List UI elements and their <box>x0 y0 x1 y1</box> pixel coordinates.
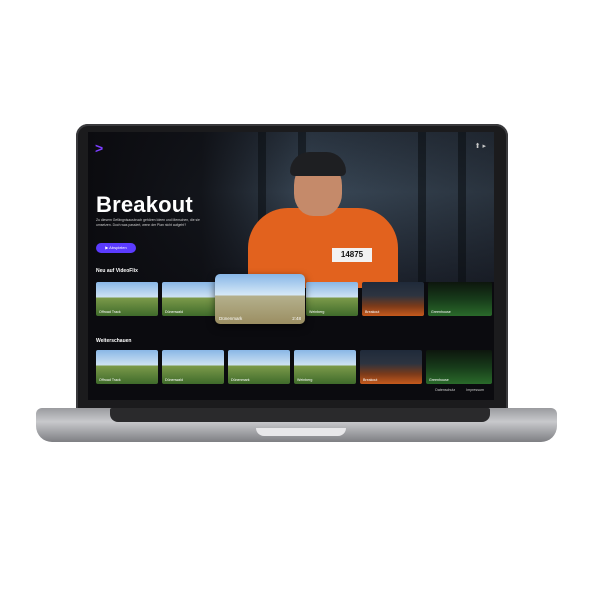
laptop-notch <box>256 428 346 436</box>
video-title: Offroad Track <box>99 310 121 314</box>
video-thumbnail[interactable]: Offroad Track <box>96 350 158 384</box>
featured-video-hover-card[interactable]: Dünenmark 2:48 <box>215 274 305 324</box>
video-title: Weinberg <box>297 378 313 382</box>
video-thumbnail[interactable]: Weinberg <box>306 282 358 316</box>
video-title: Breakout <box>365 310 380 314</box>
hero-image-person: 14875 <box>228 152 398 288</box>
app-logo[interactable]: > <box>95 140 103 156</box>
video-title: Greenhouse <box>431 310 451 314</box>
laptop-keyboard-area <box>110 408 490 422</box>
video-title: Offroad Track <box>99 378 121 382</box>
section-title-continue: Weiterschauen <box>96 338 132 344</box>
hero-title: Breakout <box>96 192 193 217</box>
video-title: Dünenwald <box>165 310 183 314</box>
hero-description: Zu diesem Gefängnisausbruch gehören Idee… <box>96 218 200 227</box>
decorative-bar <box>458 132 466 282</box>
video-title: Breakout <box>363 378 378 382</box>
video-title: Weinberg <box>309 310 325 314</box>
video-thumbnail[interactable]: Offroad Track <box>96 282 158 316</box>
video-title: Greenhouse <box>429 378 449 382</box>
laptop-mockup: 14875 > ⬆ ▸ Breakout Zu diesem Gefängnis… <box>0 0 601 600</box>
imprint-link[interactable]: Impressum <box>466 388 484 392</box>
video-duration: 2:48 <box>292 316 301 321</box>
video-thumbnail[interactable]: Dünenwald <box>162 350 224 384</box>
video-thumbnail[interactable]: Breakout <box>360 350 422 384</box>
beanie <box>290 152 346 176</box>
video-thumbnail[interactable]: Breakout <box>362 282 424 316</box>
video-thumbnail[interactable]: Greenhouse <box>428 282 492 316</box>
privacy-link[interactable]: Datenschutz <box>435 388 455 392</box>
prisoner-number-badge: 14875 <box>332 248 372 262</box>
video-thumbnail[interactable]: Dünenmark <box>228 350 290 384</box>
app-screen: 14875 > ⬆ ▸ Breakout Zu diesem Gefängnis… <box>88 132 494 400</box>
video-title: Dünenmark <box>219 316 243 321</box>
top-right-icons[interactable]: ⬆ ▸ <box>475 142 486 150</box>
decorative-bar <box>418 132 426 282</box>
video-title: Dünenwald <box>165 378 183 382</box>
video-row-continue: Offroad Track Dünenwald Dünenmark Weinbe… <box>96 350 494 384</box>
hero-banner: 14875 > ⬆ ▸ Breakout Zu diesem Gefängnis… <box>88 132 494 288</box>
section-title-new: Neu auf VideoFlix <box>96 268 138 274</box>
play-button[interactable]: ▶ Abspielen <box>96 243 136 253</box>
video-thumbnail[interactable]: Weinberg <box>294 350 356 384</box>
video-thumbnail[interactable]: Greenhouse <box>426 350 492 384</box>
video-title: Dünenmark <box>231 378 250 382</box>
footer-links: Datenschutz Impressum <box>425 388 484 392</box>
